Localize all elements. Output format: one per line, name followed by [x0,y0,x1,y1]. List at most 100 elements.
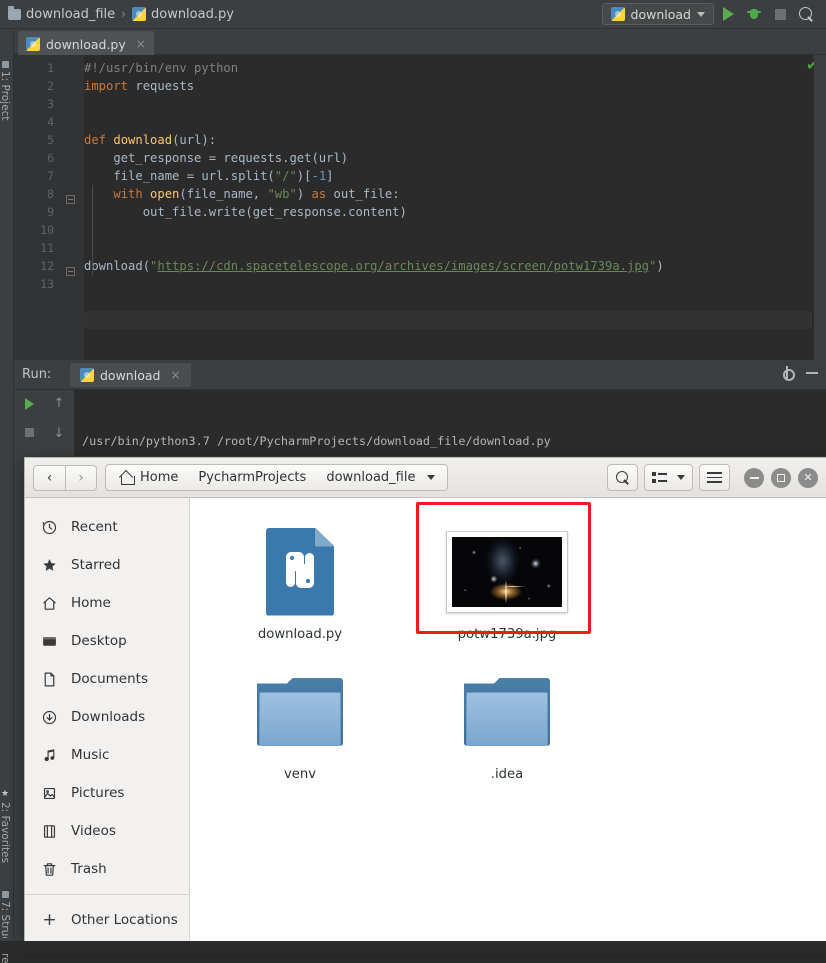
clock-history-icon [41,519,58,536]
chevron-down-icon[interactable] [427,475,436,480]
file-manager-body: Recent Starred Home Desktop Documents Downloa… [25,498,826,941]
search-button[interactable] [607,464,638,491]
project-icon [1,61,9,68]
code-token: out_file: [326,187,400,201]
code-line: out_file.write(get_response.content) [84,203,812,221]
folder-icon [257,677,343,746]
picture-icon [41,785,58,802]
console-output[interactable]: /usr/bin/python3.7 /root/PycharmProjects… [82,390,826,519]
sidebar-item-recent[interactable]: Recent [25,508,189,546]
close-icon[interactable]: × [136,37,146,51]
icon-grid: download.py potw1739a.jpg venv .idea [230,502,826,804]
ide-toolbar-right: download [601,2,826,26]
tool-window-favorites[interactable]: ★ 2: Favorites [0,789,11,863]
code-token: )[ [296,169,312,183]
ide-left-tool-strip: 1: Project ★ 2: Favorites 7: Structure [0,29,14,963]
image-thumbnail-icon [446,530,568,613]
line-number: 6 [47,151,54,165]
tool-window-project-label: 1: Project [0,71,11,121]
run-tool-window-header: Run: download × [14,360,826,390]
path-label-home: Home [140,470,179,485]
stop-button[interactable] [768,2,792,26]
sidebar-item-label: Documents [71,671,148,687]
sidebar-item-music[interactable]: Music [25,736,189,774]
forward-button[interactable]: › [65,464,97,491]
path-label-pycharmprojects: PycharmProjects [198,470,307,485]
tool-window-project[interactable]: 1: Project [0,61,11,120]
fold-marker-with[interactable]: − [66,267,75,276]
breadcrumb-project[interactable]: download_file [8,5,116,22]
sidebar-item-label: Music [71,747,110,763]
stop-square-icon [774,8,786,20]
code-folding-column[interactable]: − − [60,55,84,360]
sidebar-item-home[interactable]: Home [25,584,189,622]
editor-tab-bar: download.py × [14,29,826,55]
breadcrumb-file[interactable]: download.py [131,7,234,22]
close-button[interactable]: ✕ [798,467,818,488]
code-token: (file_name, [179,187,268,201]
stop-icon[interactable] [24,428,34,437]
sidebar-item-videos[interactable]: Videos [25,812,189,850]
path-button-download-file[interactable]: download_file [316,465,425,490]
file-manager-header-bar: ‹ › Home PycharmProjects download_file ✕ [25,458,826,498]
path-button-pycharmprojects[interactable]: PycharmProjects [188,465,316,490]
file-item-venv[interactable]: venv [230,664,370,794]
code-token: with [113,187,151,201]
code-token: ] [326,169,334,183]
sidebar-item-starred[interactable]: Starred [25,546,189,584]
close-icon[interactable]: × [170,368,180,382]
home-icon [120,471,135,485]
sidebar-item-pictures[interactable]: Pictures [25,774,189,812]
breadcrumb-path-bar: Home PycharmProjects download_file [105,464,449,491]
structure-icon [1,891,9,898]
search-everywhere-button[interactable] [794,2,818,26]
line-number: 13 [40,277,54,291]
editor-tab-download-py[interactable]: download.py × [18,31,154,55]
file-item-idea[interactable]: .idea [437,664,577,794]
sidebar-item-downloads[interactable]: Downloads [25,698,189,736]
code-token: out_file.write(get_response.content) [84,205,407,219]
fold-marker-def[interactable]: − [66,195,75,204]
run-triangle-icon [722,7,734,21]
code-token: (url): [172,133,217,147]
line-number: 5 [47,133,54,147]
back-button[interactable]: ‹ [33,464,65,491]
menu-button[interactable] [699,464,730,491]
breadcrumb-project-label: download_file [26,6,116,22]
debug-button[interactable] [742,2,766,26]
gear-icon[interactable] [780,366,795,381]
code-token: ) [656,259,664,273]
chevron-down-icon [677,475,685,480]
code-token: download [113,133,173,147]
minimize-button[interactable] [744,467,764,488]
code-token: file_name = url.split( [84,169,275,183]
file-item-download-py[interactable]: download.py [230,524,370,654]
editor-scrollbar[interactable] [814,55,826,360]
run-tab-download[interactable]: download × [70,363,191,387]
file-item-potw1739a-jpg[interactable]: potw1739a.jpg [416,502,591,654]
maximize-button[interactable] [771,467,791,488]
code-token: requests [128,79,195,93]
run-button[interactable] [716,2,740,26]
run-console-area: ↑ ↓ /usr/bin/python3.7 /root/PycharmProj… [14,390,826,519]
run-tool-window-actions [780,366,818,381]
down-arrow-icon[interactable]: ↓ [54,427,65,440]
sidebar-item-other-locations[interactable]: + Other Locations [25,901,189,939]
minimize-icon[interactable] [806,372,818,374]
path-button-home[interactable]: Home [110,465,188,490]
up-arrow-icon[interactable]: ↑ [54,397,65,410]
file-list-view[interactable]: download.py potw1739a.jpg venv .idea [190,498,826,941]
view-mode-button[interactable] [644,464,693,491]
sidebar-item-documents[interactable]: Documents [25,660,189,698]
file-thumbnail [266,524,334,619]
line-number: 12 [40,259,54,273]
run-configuration-selector[interactable]: download [601,3,714,25]
code-editor[interactable]: 1 2 3 4 5 6 7 8 9 10 11 12 13 − − #!/usr/bin/env pyt… [14,55,826,360]
sidebar-item-trash[interactable]: Trash [25,850,189,888]
rerun-icon[interactable] [24,398,34,410]
code-token: open [150,187,180,201]
sidebar-item-desktop[interactable]: Desktop [25,622,189,660]
run-tab-label: download [100,367,161,383]
